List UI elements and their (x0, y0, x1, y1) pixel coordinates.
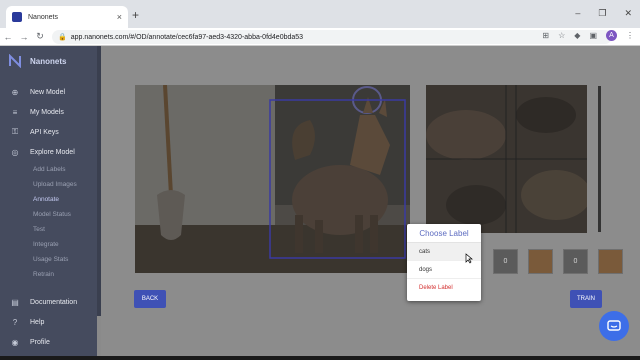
sidebar-sub-test[interactable]: Test (0, 222, 97, 237)
sidebar-item-my-models[interactable]: ≡ My Models (0, 102, 97, 122)
sidebar-nav: ⊕ New Model ≡ My Models ⚿ API Keys ◎ Exp… (0, 82, 97, 282)
help-icon: ? (12, 317, 18, 327)
sidebar-sub-retrain[interactable]: Retrain (0, 267, 97, 282)
sidebar-item-label: Explore Model (30, 148, 75, 156)
minimize-button[interactable]: – (575, 8, 580, 19)
sidebar-item-profile[interactable]: ◉ Profile (0, 332, 97, 352)
sidebar-item-explore-model[interactable]: ◎ Explore Model (0, 142, 97, 162)
lock-icon: 🔒 (58, 34, 67, 41)
menu-dots-icon[interactable]: ⋮ (626, 31, 634, 40)
popup-title: Choose Label (407, 224, 481, 243)
image-thumbnails: 0 0 (493, 249, 623, 274)
sidebar-item-label: New Model (30, 88, 66, 96)
extension-icon[interactable]: ◆ (574, 31, 580, 40)
sidebar-sub-add-labels[interactable]: Add Labels (0, 162, 97, 177)
thumbnail[interactable]: 0 (563, 249, 588, 274)
app-area: Nanonets ⊕ New Model ≡ My Models ⚿ API K… (0, 46, 640, 356)
sidebar-item-documentation[interactable]: ▤ Documentation (0, 292, 97, 312)
list-icon: ≡ (12, 107, 18, 117)
chat-support-button[interactable] (599, 311, 629, 341)
url-field[interactable]: 🔒 app.nanonets.com/#/OD/annotate/cec6fa9… (52, 30, 612, 44)
bottom-strip (0, 356, 640, 360)
new-tab-button[interactable]: + (132, 8, 139, 22)
sidebar-sub-usage-stats[interactable]: Usage Stats (0, 252, 97, 267)
brand[interactable]: Nanonets (8, 54, 66, 68)
address-bar: ← → ↻ 🔒 app.nanonets.com/#/OD/annotate/c… (0, 28, 640, 46)
nanonets-favicon-icon (12, 12, 22, 22)
toolbar-icons: ⊞ ☆ ◆ ▣ A ⋮ (542, 30, 634, 41)
sidebar-item-label: API Keys (30, 128, 59, 136)
train-button[interactable]: TRAIN (570, 290, 602, 308)
sidebar-sub-upload-images[interactable]: Upload Images (0, 177, 97, 192)
sidebar-item-label: My Models (30, 108, 64, 116)
sidebar: Nanonets ⊕ New Model ≡ My Models ⚿ API K… (0, 46, 97, 356)
back-arrow-icon[interactable]: ← (0, 32, 16, 42)
url-text: app.nanonets.com/#/OD/annotate/cec6fa97-… (70, 33, 304, 41)
tab-title: Nanonets (28, 13, 58, 21)
annotate-panel: 0 0 BACK TRAIN (101, 46, 640, 356)
image-list-scrollbar[interactable] (598, 86, 601, 232)
close-window-button[interactable]: ✕ (624, 8, 632, 19)
nanonets-logo-icon (9, 54, 21, 68)
plus-circle-icon: ⊕ (11, 87, 19, 97)
sidebar-item-new-model[interactable]: ⊕ New Model (0, 82, 97, 102)
browser-tabbar: Nanonets × + – ❐ ✕ (0, 0, 640, 28)
thumbnail[interactable]: 0 (493, 249, 518, 274)
thumbnail[interactable] (598, 249, 623, 274)
sidebar-item-label: Documentation (30, 298, 78, 306)
mouse-pointer-icon (465, 253, 473, 264)
thumbnail[interactable] (528, 249, 553, 274)
back-button[interactable]: BACK (134, 290, 166, 308)
sidebar-item-help[interactable]: ? Help (0, 312, 97, 332)
maximize-button[interactable]: ❐ (598, 8, 606, 19)
user-icon: ◉ (11, 337, 19, 347)
sidebar-sub-annotate[interactable]: Annotate (0, 192, 97, 207)
key-icon: ⚿ (11, 127, 19, 136)
sidebar-item-label: Profile (30, 338, 50, 346)
sidebar-item-label: Help (30, 318, 45, 326)
sidebar-sub-model-status[interactable]: Model Status (0, 207, 97, 222)
sidebar-item-api-keys[interactable]: ⚿ API Keys (0, 122, 97, 142)
browser-tab[interactable]: Nanonets × (6, 6, 128, 28)
zoom-preview-image (426, 85, 587, 233)
reload-icon[interactable]: ↻ (32, 31, 48, 42)
profile-avatar[interactable]: A (606, 30, 617, 41)
translate-icon[interactable]: ⊞ (542, 31, 549, 40)
brand-name: Nanonets (30, 56, 67, 66)
book-icon: ▤ (11, 297, 19, 307)
forward-arrow-icon[interactable]: → (16, 32, 32, 42)
chat-icon (607, 320, 621, 331)
sidebar-sub-integrate[interactable]: Integrate (0, 237, 97, 252)
bookmark-star-icon[interactable]: ☆ (558, 31, 565, 40)
delete-label-button[interactable]: Delete Label (407, 279, 481, 297)
window-controls: – ❐ ✕ (575, 8, 632, 19)
sidebar-bottom: ▤ Documentation ? Help ◉ Profile (0, 292, 97, 352)
annotation-image[interactable] (135, 85, 410, 273)
tab-close-icon[interactable]: × (117, 12, 122, 22)
camera-icon[interactable]: ▣ (589, 31, 597, 40)
compass-icon: ◎ (11, 147, 19, 157)
